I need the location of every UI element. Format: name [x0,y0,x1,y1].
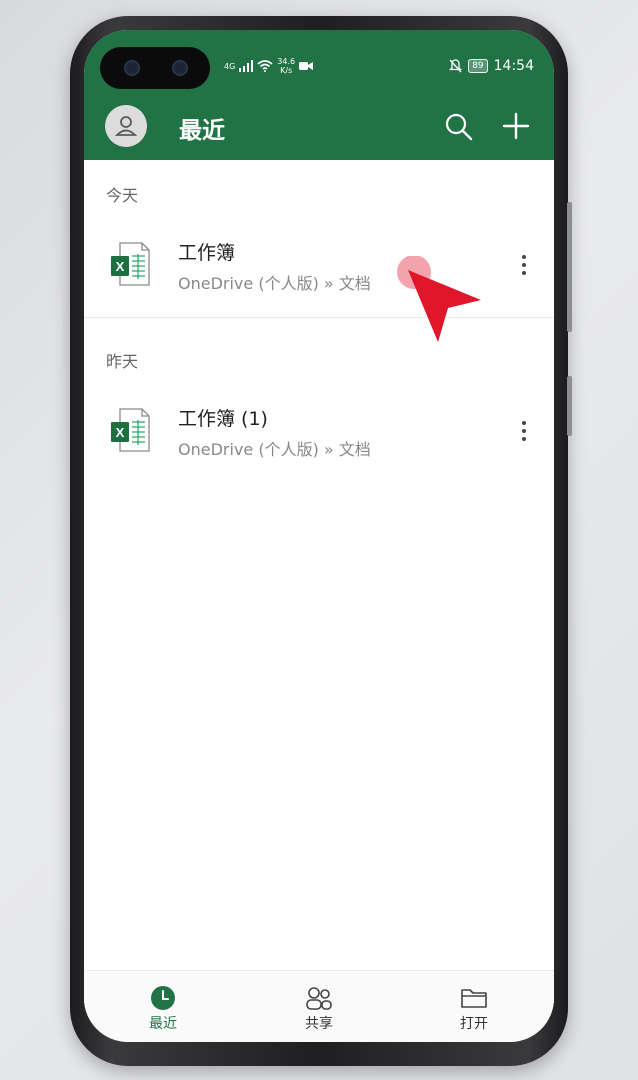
nav-label: 共享 [305,1016,333,1032]
signal-icon [239,60,254,72]
battery-level: 89 [468,59,488,73]
more-dot [522,271,526,275]
section-label-today: 今天 [106,186,139,205]
plus-icon [502,112,530,140]
status-bar-left: 4G 34.6 K/s [224,57,314,75]
people-icon [306,987,332,1010]
clock-icon [151,986,175,1010]
phone-side-button [567,376,572,436]
more-dot [522,421,526,425]
more-dot [522,429,526,433]
tap-pointer-arrow [397,256,481,342]
svg-text:X: X [116,425,125,440]
add-new-button[interactable] [498,108,534,144]
nav-label: 最近 [149,1016,177,1032]
more-options-button[interactable] [512,416,536,446]
more-dot [522,263,526,267]
nav-tab-recent[interactable]: 最近 [123,985,203,1033]
page-title: 最近 [179,118,225,144]
wifi-icon [257,60,273,72]
more-options-button[interactable] [512,250,536,280]
excel-file-icon: X [111,242,150,286]
excel-file-icon: X [111,408,150,452]
video-camera-icon [299,62,314,70]
svg-text:X: X [116,259,125,274]
file-list-item[interactable]: X 工作簿 (1) OneDrive (个人版) » 文档 [84,396,554,476]
bell-muted-icon [449,59,463,73]
network-speed: 34.6 K/s [277,57,295,75]
network-type: 4G [224,61,236,71]
camera-lens [124,60,140,76]
speed-unit: K/s [280,66,293,75]
bottom-navigation: 最近 共享 打开 [84,970,554,1042]
status-time: 14:54 [493,58,534,74]
search-icon [445,113,473,141]
more-dot [522,437,526,441]
more-dot [522,255,526,259]
file-name: 工作簿 (1) [178,408,268,430]
nav-tab-shared[interactable]: 共享 [279,985,359,1033]
section-label-yesterday: 昨天 [106,352,139,371]
search-button[interactable] [442,110,476,144]
folder-icon [461,989,487,1008]
nav-tab-open[interactable]: 打开 [434,985,514,1033]
phone-screen: 4G 34.6 K/s 89 14:54 最近 今天 X 工作簿 OneDriv… [84,30,554,1042]
file-path: OneDrive (个人版) » 文档 [178,440,371,459]
user-icon [114,116,138,136]
app-header: 4G 34.6 K/s 89 14:54 最近 [84,30,554,160]
status-bar-right: 89 14:54 [449,58,534,74]
camera-lens [172,60,188,76]
speed-value: 34.6 [277,57,296,66]
phone-side-button [567,202,572,332]
file-name: 工作簿 [178,242,236,264]
nav-label: 打开 [460,1016,488,1032]
account-avatar-button[interactable] [105,105,147,147]
front-camera [100,47,210,89]
file-path: OneDrive (个人版) » 文档 [178,274,371,293]
